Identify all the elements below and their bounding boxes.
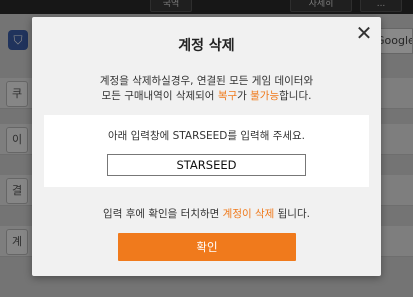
description-highlight-recovery: 복구 — [217, 90, 238, 102]
confirmation-panel: 아래 입력창에 STARSEED를 입력해 주세요. — [44, 115, 369, 187]
description-line-2: 모든 구매내역이 삭제되어 복구가 불가능합니다. — [32, 89, 381, 104]
note-text: 됩니다. — [274, 208, 310, 220]
description-text: 가 — [237, 90, 251, 102]
description-text: 모든 구매내역이 삭제되어 — [101, 90, 218, 102]
dialog-description: 계정을 삭제하실경우, 연결된 모든 게임 데이터와 모든 구매내역이 삭제되어… — [32, 74, 381, 104]
confirmation-instruction: 아래 입력창에 STARSEED를 입력해 주세요. — [107, 130, 306, 142]
note-highlight: 계정이 삭제 — [222, 208, 275, 220]
delete-note: 입력 후에 확인을 터치하면 계정이 삭제 됩니다. — [32, 206, 381, 221]
dialog-title: 계정 삭제 — [178, 38, 235, 54]
confirm-button[interactable]: 확인 — [118, 233, 296, 261]
description-line-1: 계정을 삭제하실경우, 연결된 모든 게임 데이터와 — [99, 75, 314, 87]
note-text: 입력 후에 확인을 터치하면 — [103, 208, 223, 220]
delete-account-dialog: ✕ 계정 삭제 계정을 삭제하실경우, 연결된 모든 게임 데이터와 모든 구매… — [32, 17, 381, 276]
description-highlight-impossible: 불가능 — [250, 90, 280, 102]
description-text: 합니다. — [279, 90, 312, 102]
confirmation-input[interactable] — [107, 154, 306, 176]
